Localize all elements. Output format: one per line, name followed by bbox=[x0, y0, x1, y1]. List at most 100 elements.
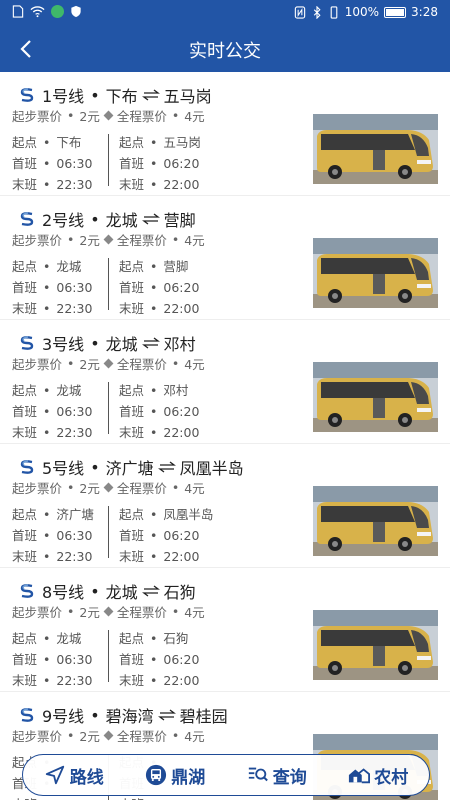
schedule-return: 起点 • 石狗 首班 • 06:20 末班 • 22:00 bbox=[119, 628, 199, 691]
route-card[interactable]: 3号线 • 龙城 邓村 起步票价 • 2元 全程票价 • 4元 起点 • 龙城 首班… bbox=[0, 320, 450, 444]
origin-label: 起点 bbox=[119, 259, 145, 274]
dot-separator: • bbox=[150, 528, 158, 543]
origin-label: 起点 bbox=[12, 507, 38, 522]
diamond-icon bbox=[103, 606, 114, 617]
first-bus-label: 首班 bbox=[119, 156, 145, 171]
nav-query[interactable]: 查询 bbox=[247, 763, 307, 788]
start-fare-label: 起步票价 bbox=[12, 729, 63, 744]
full-fare-value: 4元 bbox=[184, 357, 205, 372]
dot-separator: • bbox=[43, 156, 51, 171]
full-fare-label: 全程票价 bbox=[116, 233, 167, 248]
fare-row: 起步票价 • 2元 全程票价 • 4元 bbox=[12, 230, 205, 249]
last-bus-time: 22:30 bbox=[56, 177, 93, 192]
nav-dinghu-label: 鼎湖 bbox=[171, 767, 206, 788]
bus-photo bbox=[313, 610, 438, 680]
last-bus-time: 22:30 bbox=[56, 673, 93, 688]
dot-separator: • bbox=[43, 404, 51, 419]
dot-separator: • bbox=[150, 631, 158, 646]
swap-arrows-icon bbox=[141, 213, 160, 225]
dot-separator: • bbox=[43, 280, 51, 295]
last-bus-label: 末班 bbox=[12, 425, 38, 440]
route-name: 2号线 bbox=[42, 211, 85, 230]
dot-separator: • bbox=[150, 156, 158, 171]
bus-photo bbox=[313, 114, 438, 184]
origin-label: 起点 bbox=[119, 507, 145, 522]
last-bus-label: 末班 bbox=[119, 549, 145, 564]
first-bus-label: 首班 bbox=[119, 652, 145, 667]
nav-dinghu[interactable]: 鼎湖 bbox=[145, 763, 205, 788]
dot-separator: • bbox=[43, 383, 51, 398]
nav-rural[interactable]: 农村 bbox=[348, 763, 408, 788]
nav-query-label: 查询 bbox=[272, 767, 307, 788]
fare-row: 起步票价 • 2元 全程票价 • 4元 bbox=[12, 354, 205, 373]
schedule-return: 起点 • 营脚 首班 • 06:20 末班 • 22:00 bbox=[119, 256, 199, 319]
route-from: 龙城 bbox=[105, 583, 138, 602]
route-to: 碧桂园 bbox=[179, 707, 228, 726]
first-bus-label: 首班 bbox=[119, 528, 145, 543]
diamond-icon bbox=[103, 482, 114, 493]
first-bus-time: 06:20 bbox=[163, 404, 200, 419]
start-fare-label: 起步票价 bbox=[12, 109, 63, 124]
route-card[interactable]: 1号线 • 下布 五马岗 起步票价 • 2元 全程票价 • 4元 起点 • 下布 首… bbox=[0, 72, 450, 196]
last-bus-time: 22:00 bbox=[163, 301, 200, 316]
full-fare-label: 全程票价 bbox=[116, 357, 167, 372]
last-bus-time: 22:00 bbox=[163, 425, 200, 440]
dot-separator: • bbox=[43, 673, 51, 688]
origin-value: 龙城 bbox=[56, 631, 82, 646]
first-bus-label: 首班 bbox=[12, 528, 38, 543]
dot-separator: • bbox=[67, 108, 75, 123]
dot-separator: • bbox=[171, 232, 180, 247]
first-bus-time: 06:30 bbox=[56, 652, 93, 667]
first-bus-label: 首班 bbox=[12, 404, 38, 419]
column-divider bbox=[108, 382, 109, 434]
first-bus-label: 首班 bbox=[12, 156, 38, 171]
route-card[interactable]: 8号线 • 龙城 石狗 起步票价 • 2元 全程票价 • 4元 起点 • 龙城 首班… bbox=[0, 568, 450, 692]
origin-value: 济广塘 bbox=[56, 507, 94, 522]
first-bus-time: 06:30 bbox=[56, 156, 93, 171]
start-fare-value: 2元 bbox=[79, 233, 100, 248]
last-bus-label: 末班 bbox=[119, 425, 145, 440]
dot-separator: • bbox=[90, 333, 100, 353]
last-bus-label: 末班 bbox=[119, 673, 145, 688]
route-header: 5号线 • 济广塘 凤凰半岛 bbox=[18, 455, 244, 479]
dot-separator: • bbox=[150, 425, 158, 440]
full-fare-value: 4元 bbox=[184, 481, 205, 496]
dot-separator: • bbox=[171, 356, 180, 371]
route-card[interactable]: 5号线 • 济广塘 凤凰半岛 起步票价 • 2元 全程票价 • 4元 起点 • 济广… bbox=[0, 444, 450, 568]
list-search-icon bbox=[248, 767, 268, 782]
route-logo-icon bbox=[20, 460, 34, 474]
route-card[interactable]: 2号线 • 龙城 营脚 起步票价 • 2元 全程票价 • 4元 起点 • 龙城 首班… bbox=[0, 196, 450, 320]
shield-icon bbox=[71, 5, 81, 18]
origin-value: 下布 bbox=[56, 135, 82, 150]
first-bus-time: 06:20 bbox=[163, 156, 200, 171]
route-header: 3号线 • 龙城 邓村 bbox=[18, 331, 196, 355]
dot-separator: • bbox=[150, 383, 158, 398]
route-name: 5号线 bbox=[42, 459, 85, 478]
dot-separator: • bbox=[90, 705, 100, 725]
first-bus-label: 首班 bbox=[119, 280, 145, 295]
wifi-icon bbox=[30, 6, 45, 18]
nav-route[interactable]: 路线 bbox=[44, 763, 104, 788]
sim-card-icon bbox=[12, 5, 24, 18]
fare-row: 起步票价 • 2元 全程票价 • 4元 bbox=[12, 106, 205, 125]
dot-separator: • bbox=[67, 728, 75, 743]
route-to: 凤凰半岛 bbox=[179, 459, 244, 478]
origin-value: 龙城 bbox=[56, 383, 82, 398]
swap-arrows-icon bbox=[157, 709, 176, 721]
last-bus-time: 22:30 bbox=[56, 301, 93, 316]
nav-rural-label: 农村 bbox=[374, 767, 409, 788]
status-bar: 100% 3:28 bbox=[0, 0, 450, 26]
fare-row: 起步票价 • 2元 全程票价 • 4元 bbox=[12, 602, 205, 621]
start-fare-label: 起步票价 bbox=[12, 605, 63, 620]
bus-photo bbox=[313, 362, 438, 432]
battery-percent: 100% bbox=[344, 5, 380, 19]
first-bus-time: 06:30 bbox=[56, 280, 93, 295]
dot-separator: • bbox=[150, 259, 158, 274]
diamond-icon bbox=[103, 358, 114, 369]
app-bar: 实时公交 bbox=[0, 26, 450, 72]
origin-value: 邓村 bbox=[163, 383, 189, 398]
full-fare-label: 全程票价 bbox=[116, 605, 167, 620]
route-header: 2号线 • 龙城 营脚 bbox=[18, 207, 196, 231]
route-from: 龙城 bbox=[105, 211, 138, 230]
route-from: 济广塘 bbox=[105, 459, 154, 478]
